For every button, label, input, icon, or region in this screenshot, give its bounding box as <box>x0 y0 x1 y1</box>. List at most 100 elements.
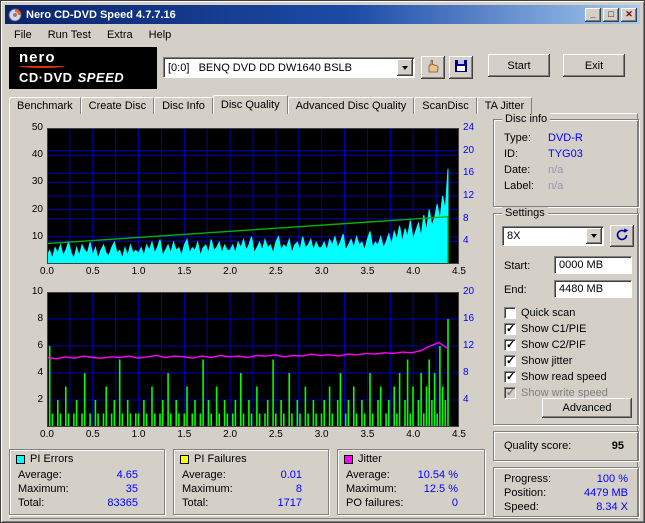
axis-tick-label: 0.5 <box>85 266 100 277</box>
refresh-button[interactable] <box>610 225 634 247</box>
stat-row: Average: 0.01 <box>182 469 302 481</box>
axis-tick-label: 10 <box>31 286 43 297</box>
tab-disc-quality[interactable]: Disc Quality <box>212 95 288 114</box>
pi-failures-jitter-chart <box>47 292 459 427</box>
axis-tick-label: 8 <box>463 212 469 224</box>
stat-row: Total: 1717 <box>182 497 302 509</box>
chevron-down-icon[interactable] <box>586 228 602 244</box>
axis-tick-label: 16 <box>463 167 475 179</box>
stat-row: PO failures: 0 <box>346 497 458 509</box>
axis-tick-label: 3.5 <box>360 429 375 440</box>
checkbox-label: Show C1/PIE <box>521 323 587 335</box>
axis-tick-label: 3.0 <box>314 429 329 440</box>
progress-row: Progress: 100 % <box>504 473 628 485</box>
axis-tick-label: 1.0 <box>131 266 146 277</box>
checkbox-icon[interactable] <box>504 354 516 367</box>
end-position-field[interactable]: 4480 MB <box>554 280 632 298</box>
stat-row: Maximum: 12.5 % <box>346 483 458 495</box>
advanced-button[interactable]: Advanced <box>542 398 632 418</box>
axis-tick-label: 2 <box>37 394 43 405</box>
jitter-panel: Jitter Average: 10.54 % Maximum: 12.5 % PO… <box>337 449 485 515</box>
jitter-title: Jitter <box>358 453 382 465</box>
checkbox-icon[interactable] <box>504 322 516 335</box>
tab-ta-jitter[interactable]: TA Jitter <box>476 97 533 114</box>
tab-scandisc[interactable]: ScanDisc <box>414 97 477 114</box>
axis-tick-label: 10 <box>31 230 43 242</box>
checkbox-icon[interactable] <box>504 386 516 399</box>
axis-tick-label: 2.0 <box>223 429 238 440</box>
axis-tick-label: 4 <box>37 367 43 378</box>
stat-row: Maximum: 35 <box>18 483 138 495</box>
tab-strip: Benchmark Create Disc Disc Info Disc Qua… <box>9 95 533 114</box>
arrow-down-icon <box>591 234 597 238</box>
axis-tick-label: 16 <box>463 313 475 324</box>
pi-failures-panel: PI Failures Average: 0.01 Maximum: 8 Total… <box>173 449 329 515</box>
progress-box: Progress: 100 % Position: 4479 MB Speed: 8.… <box>493 467 639 517</box>
checkbox-icon[interactable] <box>504 307 516 319</box>
checkbox-show-read-speed[interactable]: Show read speed <box>504 370 607 384</box>
speed-value: 8.34 X <box>596 501 628 513</box>
quality-score-box: Quality score: 95 <box>493 431 639 461</box>
quality-score-value: 95 <box>611 440 624 452</box>
pi-failures-title: PI Failures <box>194 453 247 465</box>
axis-tick-label: 50 <box>31 122 43 133</box>
axis-tick-label: 40 <box>31 149 43 161</box>
axis-tick-label: 4.5 <box>452 266 466 277</box>
stat-row: Total: 83365 <box>18 497 138 509</box>
axis-tick-label: 12 <box>463 190 475 201</box>
stat-row: Maximum: 8 <box>182 483 302 495</box>
checkbox-show-c1-pie[interactable]: Show C1/PIE <box>504 322 586 336</box>
axis-tick-label: 0.5 <box>85 429 100 440</box>
disc-info-title: Disc info <box>502 113 551 125</box>
axis-tick-label: 30 <box>31 176 43 188</box>
checkbox-label: Show C2/PIF <box>521 339 586 351</box>
tab-benchmark[interactable]: Benchmark <box>9 97 81 114</box>
axis-tick-label: 20 <box>463 144 475 156</box>
progress-value: 100 % <box>596 473 628 485</box>
disc-info-group: Disc info Type: DVD-R ID: TYG03 Date: n/a L… <box>493 113 639 207</box>
tab-disc-info[interactable]: Disc Info <box>154 97 213 114</box>
checkbox-show-c2-pif[interactable]: Show C2/PIF <box>504 338 586 352</box>
checkbox-quick-scan[interactable]: Quick scan <box>504 306 575 320</box>
tab-create-disc[interactable]: Create Disc <box>80 97 155 114</box>
axis-tick-label: 3.0 <box>314 266 329 277</box>
disc-info-row-date: Date: n/a <box>504 164 564 176</box>
axis-tick-label: 2.0 <box>223 266 238 277</box>
axis-tick-label: 4.5 <box>452 429 466 440</box>
axis-tick-label: 8 <box>463 367 469 378</box>
checkbox-label: Show read speed <box>521 371 607 383</box>
settings-title: Settings <box>502 207 548 219</box>
axis-tick-label: 4 <box>463 235 469 247</box>
axis-tick-label: 20 <box>31 203 43 215</box>
stat-row: Average: 10.54 % <box>346 469 458 481</box>
axis-tick-label: 2.5 <box>268 429 283 440</box>
jitter-swatch <box>344 454 353 464</box>
checkbox-icon[interactable] <box>504 338 516 351</box>
start-position-label: Start: <box>504 260 531 272</box>
scan-speed-select[interactable]: 8X <box>502 226 604 246</box>
position-value: 4479 MB <box>583 487 628 499</box>
position-row: Position: 4479 MB <box>504 487 628 499</box>
settings-group: Settings 8X Start: 0000 MB End: 4480 MB … <box>493 207 639 425</box>
stat-row: Average: 4.65 <box>18 469 138 481</box>
checkbox-label: Quick scan <box>521 307 576 319</box>
tab-advanced-disc-quality[interactable]: Advanced Disc Quality <box>287 97 415 114</box>
pi-errors-swatch <box>16 454 25 464</box>
axis-tick-label: 2.5 <box>268 266 283 277</box>
axis-tick-label: 1.5 <box>177 429 192 440</box>
app-window: Nero CD-DVD Speed 4.7.7.16 _ □ ✕ File Ru… <box>0 0 645 523</box>
axis-tick-label: 3.5 <box>360 266 375 277</box>
axis-tick-label: 24 <box>463 122 475 133</box>
checkbox-label: Show jitter <box>521 355 573 367</box>
axis-tick-label: 4.0 <box>406 266 421 277</box>
disc-info-row-id: ID: TYG03 <box>504 148 583 160</box>
start-position-field[interactable]: 0000 MB <box>554 256 632 274</box>
axis-tick-label: 12 <box>463 340 475 351</box>
disc-info-row-type: Type: DVD-R <box>504 132 583 144</box>
axis-tick-label: 0.0 <box>40 429 54 440</box>
axis-tick-label: 20 <box>463 286 475 297</box>
checkbox-show-jitter[interactable]: Show jitter <box>504 354 572 368</box>
checkbox-icon[interactable] <box>504 370 516 383</box>
axis-tick-label: 4 <box>463 394 469 405</box>
axis-tick-label: 6 <box>37 340 43 351</box>
